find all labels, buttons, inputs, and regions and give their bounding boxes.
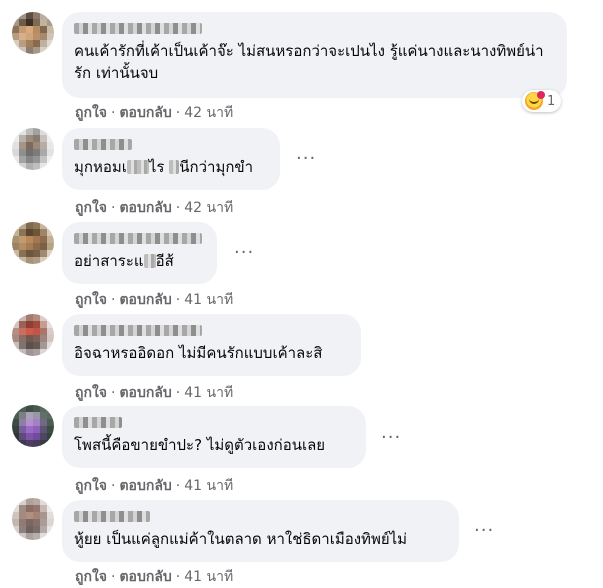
author-name-blurred[interactable] [74,325,202,336]
like-link[interactable]: ถูกใจ [75,385,107,401]
reply-link[interactable]: ตอบกลับ [119,569,171,585]
comment-actions: ถูกใจ · ตอบกลับ · 42 นาที [75,200,234,216]
comment-actions: ถูกใจ · ตอบกลับ · 41 นาที [75,292,234,308]
author-name-blurred[interactable] [74,511,150,522]
avatar[interactable] [12,222,54,264]
comment-text: มุกหอมเ ไร นีกว่ามุกขำ [74,158,254,176]
blurred-text [169,160,180,174]
author-name-blurred[interactable] [74,233,202,244]
comment-bubble: อย่าสาระแ อีส้ [62,222,217,284]
comment-text: คนเค้ารักที่เค้าเป็นเค้าจ๊ะ ไม่สนหรอกว่า… [74,42,544,82]
like-link[interactable]: ถูกใจ [75,200,107,216]
comment-bubble: มุกหอมเ ไร นีกว่ามุกขำ [62,128,280,190]
reply-link[interactable]: ตอบกลับ [119,292,171,308]
more-options-button[interactable]: ··· [381,429,401,447]
reaction-count: 1 [547,93,556,109]
more-options-button[interactable]: ··· [474,522,494,540]
comment-text: โพสนี้คือขายขำปะ? ไม่ดูตัวเองก่อนเลย [74,436,326,454]
avatar[interactable] [12,405,54,447]
avatar[interactable] [12,12,54,54]
timestamp[interactable]: 42 นาที [184,105,233,121]
comment-actions: ถูกใจ · ตอบกลับ · 41 นาที [75,385,234,401]
timestamp[interactable]: 41 นาที [184,478,233,494]
reply-link[interactable]: ตอบกลับ [119,385,171,401]
comment-actions: ถูกใจ · ตอบกลับ · 42 นาที [75,105,234,121]
timestamp[interactable]: 42 นาที [184,200,233,216]
avatar[interactable] [12,128,54,170]
reply-link[interactable]: ตอบกลับ [119,200,171,216]
blurred-text [126,160,149,174]
comment-bubble: คนเค้ารักที่เค้าเป็นเค้าจ๊ะ ไม่สนหรอกว่า… [62,12,567,98]
comment-bubble: อิจฉาหรออิดอก ไม่มีคนรักแบบเค้าละสิ [62,314,361,376]
like-link[interactable]: ถูกใจ [75,569,107,585]
author-name-blurred[interactable] [74,417,122,428]
avatar[interactable] [12,314,54,356]
like-link[interactable]: ถูกใจ [75,105,107,121]
reply-link[interactable]: ตอบกลับ [119,478,171,494]
comment-bubble: หู้ยย เป็นแค่ลูกแม่ค้าในตลาด หาใช่ธิดาเม… [62,500,459,562]
reaction-badge[interactable]: 1 [522,90,562,112]
comment-text: อิจฉาหรออิดอก ไม่มีคนรักแบบเค้าละสิ [74,344,323,362]
hugging-face-icon [525,91,545,110]
timestamp[interactable]: 41 นาที [184,385,233,401]
comment-actions: ถูกใจ · ตอบกลับ · 41 นาที [75,478,234,494]
timestamp[interactable]: 41 นาที [184,292,233,308]
comment-text: อย่าสาระแ อีส้ [74,252,174,270]
author-name-blurred[interactable] [74,23,202,34]
blurred-text [143,254,156,268]
like-link[interactable]: ถูกใจ [75,292,107,308]
reply-link[interactable]: ตอบกลับ [119,105,171,121]
author-name-blurred[interactable] [74,139,132,150]
comment-text: หู้ยย เป็นแค่ลูกแม่ค้าในตลาด หาใช่ธิดาเม… [74,530,408,548]
more-options-button[interactable]: ··· [234,244,254,262]
avatar[interactable] [12,498,54,540]
timestamp[interactable]: 41 นาที [184,569,233,585]
comment-bubble: โพสนี้คือขายขำปะ? ไม่ดูตัวเองก่อนเลย [62,406,366,468]
like-link[interactable]: ถูกใจ [75,478,107,494]
more-options-button[interactable]: ··· [296,150,316,168]
